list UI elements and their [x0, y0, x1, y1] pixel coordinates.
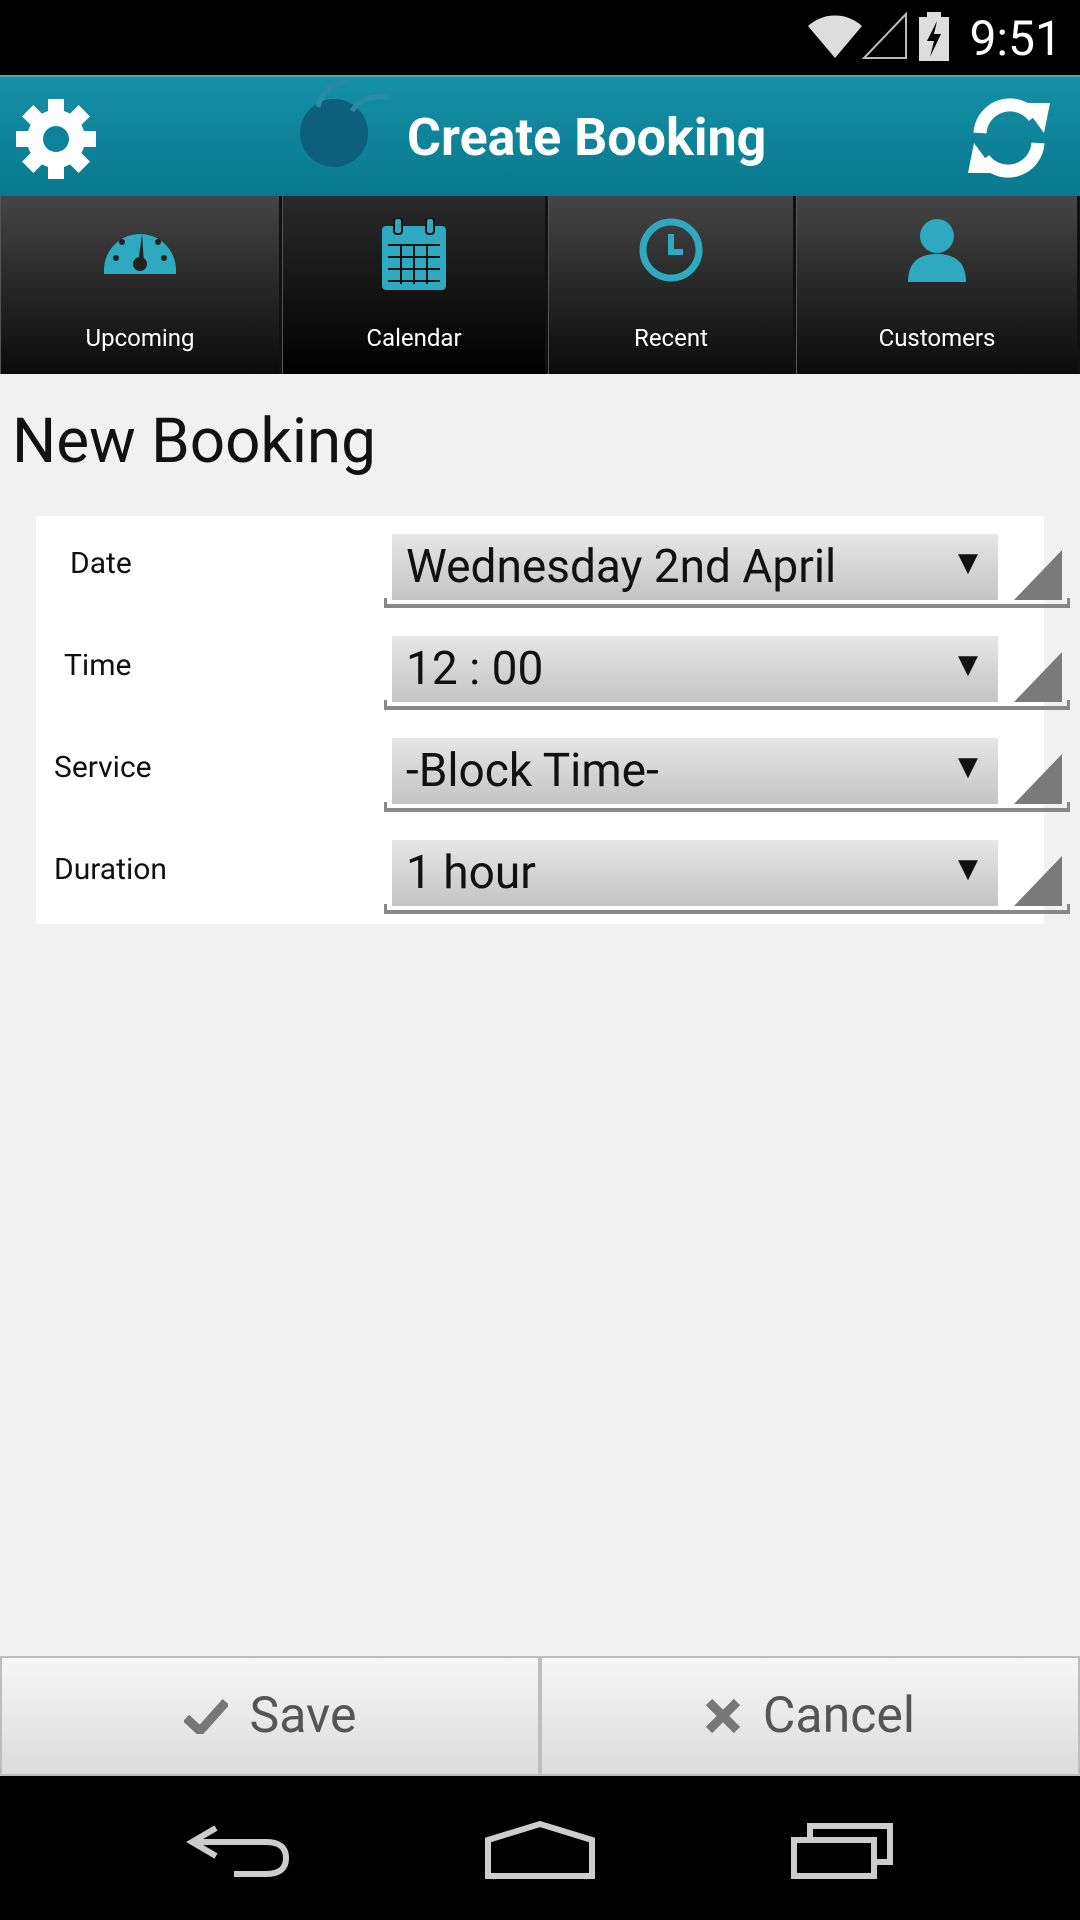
refresh-icon[interactable] — [966, 95, 1052, 181]
checkmark-icon — [183, 1698, 228, 1734]
tab-customers[interactable]: Customers — [796, 196, 1080, 374]
app-header: Create Booking — [0, 75, 1080, 198]
dropdown-arrow-icon: ▼ — [958, 548, 978, 578]
navigation-bar — [0, 1776, 1080, 1920]
date-spinner[interactable]: Wednesday 2nd April ▼ — [384, 534, 1070, 630]
spinner-corner-icon — [1014, 652, 1062, 702]
time-value: 12 : 00 — [406, 642, 544, 696]
save-label: Save — [249, 1687, 357, 1745]
settings-gear-icon[interactable] — [14, 97, 98, 181]
date-label: Date — [70, 546, 132, 581]
date-value: Wednesday 2nd April — [406, 540, 837, 594]
spinner-corner-icon — [1014, 550, 1062, 600]
tab-upcoming[interactable]: Upcoming — [0, 196, 282, 374]
tab-recent[interactable]: Recent — [548, 196, 796, 374]
service-spinner-face: -Block Time- ▼ — [392, 738, 998, 804]
tab-label-customers: Customers — [878, 324, 996, 352]
close-icon — [705, 1698, 741, 1734]
wifi-icon — [808, 15, 862, 58]
spinner-underline — [384, 700, 1070, 710]
clock-icon — [639, 218, 703, 282]
home-icon[interactable] — [484, 1820, 596, 1880]
date-spinner-face: Wednesday 2nd April ▼ — [392, 534, 998, 600]
app-logo — [300, 78, 389, 167]
spinner-underline — [384, 802, 1070, 812]
recent-apps-icon[interactable] — [790, 1820, 894, 1880]
dropdown-arrow-icon: ▼ — [958, 854, 978, 884]
page-title: New Booking — [12, 405, 376, 478]
cancel-button[interactable]: Cancel — [540, 1656, 1080, 1776]
person-icon — [908, 219, 966, 282]
duration-spinner[interactable]: 1 hour ▼ — [384, 840, 1070, 936]
battery-icon — [919, 12, 949, 61]
time-label: Time — [64, 648, 132, 683]
cancel-label: Cancel — [762, 1687, 916, 1745]
action-bar: Save Cancel — [0, 1656, 1080, 1776]
spinner-corner-icon — [1014, 856, 1062, 906]
spinner-corner-icon — [1014, 754, 1062, 804]
time-spinner-face: 12 : 00 ▼ — [392, 636, 998, 702]
status-time: 9:51 — [969, 10, 1062, 67]
back-icon[interactable] — [186, 1820, 294, 1880]
tab-calendar[interactable]: Calendar — [282, 196, 548, 374]
service-label: Service — [54, 750, 152, 785]
duration-spinner-face: 1 hour ▼ — [392, 840, 998, 906]
duration-value: 1 hour — [406, 846, 536, 900]
calendar-icon — [382, 218, 446, 290]
booking-form: Date Wednesday 2nd April ▼ Time 12 : 00 … — [36, 516, 1070, 924]
service-value: -Block Time- — [406, 744, 659, 798]
tab-label-upcoming: Upcoming — [85, 324, 195, 352]
spinner-underline — [384, 904, 1070, 914]
signal-icon — [862, 12, 907, 59]
spinner-underline — [384, 598, 1070, 608]
tab-label-recent: Recent — [634, 324, 708, 352]
status-bar: 9:51 — [0, 0, 1080, 75]
dropdown-arrow-icon: ▼ — [958, 650, 978, 680]
service-spinner[interactable]: -Block Time- ▼ — [384, 738, 1070, 834]
tab-label-calendar: Calendar — [366, 324, 462, 352]
header-title: Create Booking — [407, 107, 767, 168]
dashboard-icon — [104, 234, 176, 274]
time-spinner[interactable]: 12 : 00 ▼ — [384, 636, 1070, 732]
tab-bar: Upcoming Calendar Recent Customers — [0, 196, 1080, 374]
dropdown-arrow-icon: ▼ — [958, 752, 978, 782]
save-button[interactable]: Save — [0, 1656, 540, 1776]
duration-label: Duration — [54, 852, 167, 887]
